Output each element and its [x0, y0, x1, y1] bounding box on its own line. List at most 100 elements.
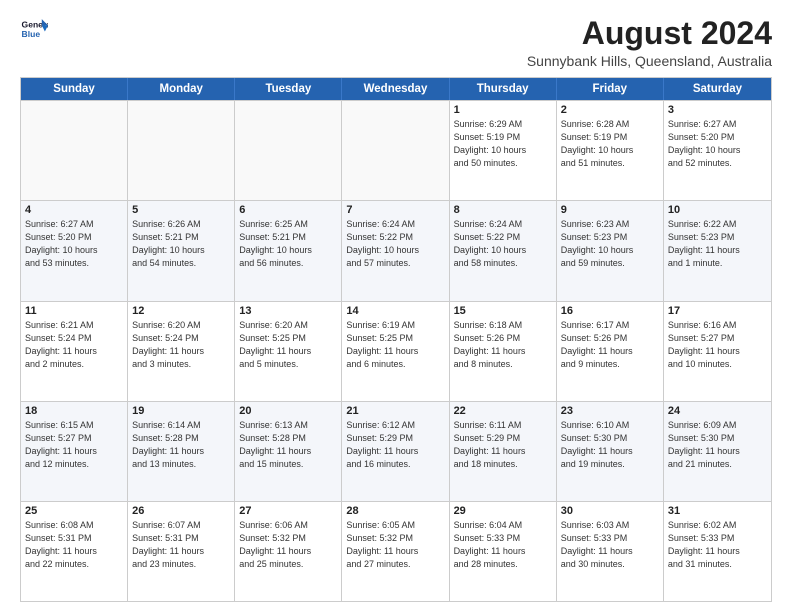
- day-cell-17: 17 Sunrise: 6:16 AMSunset: 5:27 PMDayligh…: [664, 302, 771, 401]
- day-info: Sunrise: 6:25 AMSunset: 5:21 PMDaylight:…: [239, 218, 337, 270]
- calendar-row-2: 11 Sunrise: 6:21 AMSunset: 5:24 PMDayligh…: [21, 301, 771, 401]
- header-day-monday: Monday: [128, 78, 235, 100]
- day-number: 28: [346, 505, 444, 517]
- day-number: 19: [132, 405, 230, 417]
- day-cell-31: 31 Sunrise: 6:02 AMSunset: 5:33 PMDayligh…: [664, 502, 771, 601]
- day-cell-23: 23 Sunrise: 6:10 AMSunset: 5:30 PMDayligh…: [557, 402, 664, 501]
- day-cell-12: 12 Sunrise: 6:20 AMSunset: 5:24 PMDayligh…: [128, 302, 235, 401]
- day-number: 8: [454, 204, 552, 216]
- day-info: Sunrise: 6:08 AMSunset: 5:31 PMDaylight:…: [25, 519, 123, 571]
- svg-text:Blue: Blue: [22, 29, 41, 39]
- day-info: Sunrise: 6:14 AMSunset: 5:28 PMDaylight:…: [132, 419, 230, 471]
- day-cell-8: 8 Sunrise: 6:24 AMSunset: 5:22 PMDaylight…: [450, 201, 557, 300]
- day-cell-28: 28 Sunrise: 6:05 AMSunset: 5:32 PMDayligh…: [342, 502, 449, 601]
- day-number: 7: [346, 204, 444, 216]
- day-number: 15: [454, 305, 552, 317]
- day-number: 5: [132, 204, 230, 216]
- calendar: SundayMondayTuesdayWednesdayThursdayFrid…: [20, 77, 772, 602]
- calendar-row-1: 4 Sunrise: 6:27 AMSunset: 5:20 PMDaylight…: [21, 200, 771, 300]
- day-info: Sunrise: 6:07 AMSunset: 5:31 PMDaylight:…: [132, 519, 230, 571]
- logo: General Blue: [20, 16, 48, 44]
- header-day-friday: Friday: [557, 78, 664, 100]
- day-number: 25: [25, 505, 123, 517]
- day-number: 23: [561, 405, 659, 417]
- day-number: 18: [25, 405, 123, 417]
- day-info: Sunrise: 6:17 AMSunset: 5:26 PMDaylight:…: [561, 319, 659, 371]
- header-day-tuesday: Tuesday: [235, 78, 342, 100]
- subtitle: Sunnybank Hills, Queensland, Australia: [527, 53, 772, 69]
- day-info: Sunrise: 6:24 AMSunset: 5:22 PMDaylight:…: [346, 218, 444, 270]
- calendar-row-3: 18 Sunrise: 6:15 AMSunset: 5:27 PMDayligh…: [21, 401, 771, 501]
- empty-cell-0-2: [235, 101, 342, 200]
- day-number: 1: [454, 104, 552, 116]
- day-info: Sunrise: 6:11 AMSunset: 5:29 PMDaylight:…: [454, 419, 552, 471]
- day-cell-24: 24Sunrise: 6:09 AMSunset: 5:30 PMDayligh…: [664, 402, 771, 501]
- day-cell-4: 4 Sunrise: 6:27 AMSunset: 5:20 PMDaylight…: [21, 201, 128, 300]
- day-number: 13: [239, 305, 337, 317]
- day-info: Sunrise: 6:20 AMSunset: 5:24 PMDaylight:…: [132, 319, 230, 371]
- day-number: 21: [346, 405, 444, 417]
- day-cell-16: 16 Sunrise: 6:17 AMSunset: 5:26 PMDayligh…: [557, 302, 664, 401]
- day-info: Sunrise: 6:10 AMSunset: 5:30 PMDaylight:…: [561, 419, 659, 471]
- day-info: Sunrise: 6:26 AMSunset: 5:21 PMDaylight:…: [132, 218, 230, 270]
- calendar-body: 1Sunrise: 6:29 AMSunset: 5:19 PMDaylight…: [21, 100, 771, 601]
- day-cell-3: 3Sunrise: 6:27 AMSunset: 5:20 PMDaylight…: [664, 101, 771, 200]
- day-cell-21: 21 Sunrise: 6:12 AMSunset: 5:29 PMDayligh…: [342, 402, 449, 501]
- page: General Blue August 2024 Sunnybank Hills…: [0, 0, 792, 612]
- header: General Blue August 2024 Sunnybank Hills…: [20, 16, 772, 69]
- day-info: Sunrise: 6:05 AMSunset: 5:32 PMDaylight:…: [346, 519, 444, 571]
- day-cell-29: 29Sunrise: 6:04 AMSunset: 5:33 PMDayligh…: [450, 502, 557, 601]
- title-block: August 2024 Sunnybank Hills, Queensland,…: [527, 16, 772, 69]
- logo-icon: General Blue: [20, 16, 48, 44]
- day-number: 31: [668, 505, 767, 517]
- day-info: Sunrise: 6:16 AMSunset: 5:27 PMDaylight:…: [668, 319, 767, 371]
- day-number: 22: [454, 405, 552, 417]
- day-number: 4: [25, 204, 123, 216]
- day-info: Sunrise: 6:19 AMSunset: 5:25 PMDaylight:…: [346, 319, 444, 371]
- calendar-row-4: 25 Sunrise: 6:08 AMSunset: 5:31 PMDayligh…: [21, 501, 771, 601]
- day-number: 14: [346, 305, 444, 317]
- day-cell-27: 27Sunrise: 6:06 AMSunset: 5:32 PMDayligh…: [235, 502, 342, 601]
- empty-cell-0-1: [128, 101, 235, 200]
- day-cell-22: 22 Sunrise: 6:11 AMSunset: 5:29 PMDayligh…: [450, 402, 557, 501]
- day-info: Sunrise: 6:22 AMSunset: 5:23 PMDaylight:…: [668, 218, 767, 270]
- calendar-row-0: 1Sunrise: 6:29 AMSunset: 5:19 PMDaylight…: [21, 100, 771, 200]
- day-cell-5: 5 Sunrise: 6:26 AMSunset: 5:21 PMDaylight…: [128, 201, 235, 300]
- day-info: Sunrise: 6:13 AMSunset: 5:28 PMDaylight:…: [239, 419, 337, 471]
- day-cell-11: 11 Sunrise: 6:21 AMSunset: 5:24 PMDayligh…: [21, 302, 128, 401]
- day-cell-6: 6Sunrise: 6:25 AMSunset: 5:21 PMDaylight…: [235, 201, 342, 300]
- day-number: 20: [239, 405, 337, 417]
- day-number: 17: [668, 305, 767, 317]
- day-info: Sunrise: 6:27 AMSunset: 5:20 PMDaylight:…: [668, 118, 767, 170]
- header-day-saturday: Saturday: [664, 78, 771, 100]
- day-info: Sunrise: 6:03 AMSunset: 5:33 PMDaylight:…: [561, 519, 659, 571]
- day-info: Sunrise: 6:21 AMSunset: 5:24 PMDaylight:…: [25, 319, 123, 371]
- day-cell-26: 26 Sunrise: 6:07 AMSunset: 5:31 PMDayligh…: [128, 502, 235, 601]
- day-info: Sunrise: 6:02 AMSunset: 5:33 PMDaylight:…: [668, 519, 767, 571]
- day-cell-9: 9Sunrise: 6:23 AMSunset: 5:23 PMDaylight…: [557, 201, 664, 300]
- main-title: August 2024: [527, 16, 772, 51]
- empty-cell-0-3: [342, 101, 449, 200]
- day-info: Sunrise: 6:24 AMSunset: 5:22 PMDaylight:…: [454, 218, 552, 270]
- day-cell-30: 30 Sunrise: 6:03 AMSunset: 5:33 PMDayligh…: [557, 502, 664, 601]
- day-info: Sunrise: 6:18 AMSunset: 5:26 PMDaylight:…: [454, 319, 552, 371]
- empty-cell-0-0: [21, 101, 128, 200]
- day-cell-7: 7 Sunrise: 6:24 AMSunset: 5:22 PMDaylight…: [342, 201, 449, 300]
- header-day-wednesday: Wednesday: [342, 78, 449, 100]
- day-cell-25: 25 Sunrise: 6:08 AMSunset: 5:31 PMDayligh…: [21, 502, 128, 601]
- day-cell-10: 10Sunrise: 6:22 AMSunset: 5:23 PMDayligh…: [664, 201, 771, 300]
- day-info: Sunrise: 6:28 AMSunset: 5:19 PMDaylight:…: [561, 118, 659, 170]
- day-number: 2: [561, 104, 659, 116]
- day-cell-14: 14 Sunrise: 6:19 AMSunset: 5:25 PMDayligh…: [342, 302, 449, 401]
- day-number: 26: [132, 505, 230, 517]
- day-cell-13: 13 Sunrise: 6:20 AMSunset: 5:25 PMDayligh…: [235, 302, 342, 401]
- day-number: 30: [561, 505, 659, 517]
- day-info: Sunrise: 6:27 AMSunset: 5:20 PMDaylight:…: [25, 218, 123, 270]
- day-info: Sunrise: 6:20 AMSunset: 5:25 PMDaylight:…: [239, 319, 337, 371]
- day-info: Sunrise: 6:12 AMSunset: 5:29 PMDaylight:…: [346, 419, 444, 471]
- day-number: 12: [132, 305, 230, 317]
- day-info: Sunrise: 6:04 AMSunset: 5:33 PMDaylight:…: [454, 519, 552, 571]
- day-number: 11: [25, 305, 123, 317]
- day-number: 16: [561, 305, 659, 317]
- day-info: Sunrise: 6:15 AMSunset: 5:27 PMDaylight:…: [25, 419, 123, 471]
